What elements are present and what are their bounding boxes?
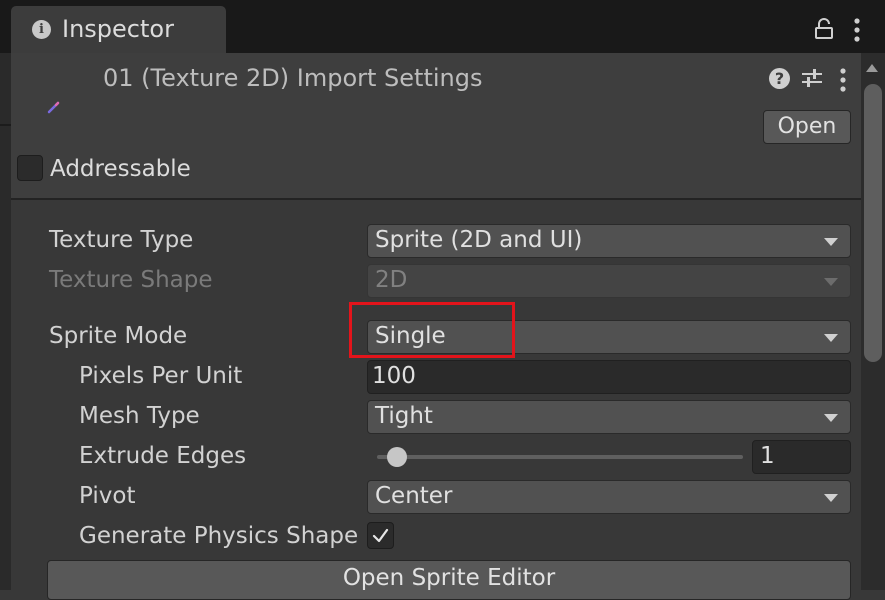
texture-type-dropdown[interactable]: Sprite (2D and UI)	[367, 224, 851, 258]
dropdown-arrow-icon	[824, 334, 838, 342]
pixels-per-unit-label: Pixels Per Unit	[79, 363, 243, 389]
addressable-checkbox[interactable]	[17, 155, 43, 181]
texture-shape-dropdown: 2D	[367, 264, 851, 298]
extrude-edges-input[interactable]: 1	[752, 440, 851, 474]
tab-title: Inspector	[62, 15, 174, 43]
texture-type-label: Texture Type	[49, 227, 194, 253]
extrude-edges-slider[interactable]	[377, 455, 743, 459]
preset-settings-icon[interactable]	[801, 67, 823, 89]
dropdown-arrow-icon	[824, 278, 838, 286]
mesh-type-value: Tight	[375, 403, 433, 429]
dropdown-arrow-icon	[824, 494, 838, 502]
lock-icon[interactable]	[814, 18, 834, 40]
generate-physics-shape-checkbox[interactable]	[367, 522, 394, 549]
dropdown-arrow-icon	[824, 238, 838, 246]
pivot-value: Center	[375, 483, 453, 509]
dropdown-arrow-icon	[824, 414, 838, 422]
generate-physics-shape-label: Generate Physics Shape	[79, 523, 359, 549]
scrollbar-thumb[interactable]	[864, 84, 882, 362]
left-edge-strip	[0, 53, 11, 590]
sprite-mode-label: Sprite Mode	[49, 323, 188, 349]
pixels-per-unit-input[interactable]: 100	[367, 360, 851, 394]
scroll-up-arrow-icon[interactable]	[866, 64, 878, 72]
pivot-label: Pivot	[79, 483, 136, 509]
mesh-type-label: Mesh Type	[79, 403, 200, 429]
section-divider	[11, 198, 861, 200]
texture-shape-value: 2D	[375, 267, 408, 293]
checkmark-icon	[372, 528, 389, 543]
texture-type-value: Sprite (2D and UI)	[375, 227, 583, 253]
extrude-edges-value: 1	[760, 443, 775, 469]
context-menu-icon[interactable]	[838, 67, 848, 93]
info-icon: i	[32, 20, 51, 39]
open-button[interactable]: Open	[763, 110, 851, 144]
help-icon[interactable]: ?	[769, 68, 790, 89]
highlight-annotation	[349, 302, 515, 358]
texture-thumbnail-icon	[47, 101, 60, 114]
addressable-label: Addressable	[50, 156, 191, 182]
extrude-edges-label: Extrude Edges	[79, 443, 247, 469]
asset-title: 01 (Texture 2D) Import Settings	[103, 64, 483, 92]
texture-shape-label: Texture Shape	[49, 267, 213, 293]
mesh-type-dropdown[interactable]: Tight	[367, 400, 851, 434]
pivot-dropdown[interactable]: Center	[367, 480, 851, 514]
open-sprite-editor-button[interactable]: Open Sprite Editor	[47, 560, 851, 600]
more-options-icon[interactable]	[852, 17, 862, 43]
pixels-per-unit-value: 100	[372, 363, 416, 389]
